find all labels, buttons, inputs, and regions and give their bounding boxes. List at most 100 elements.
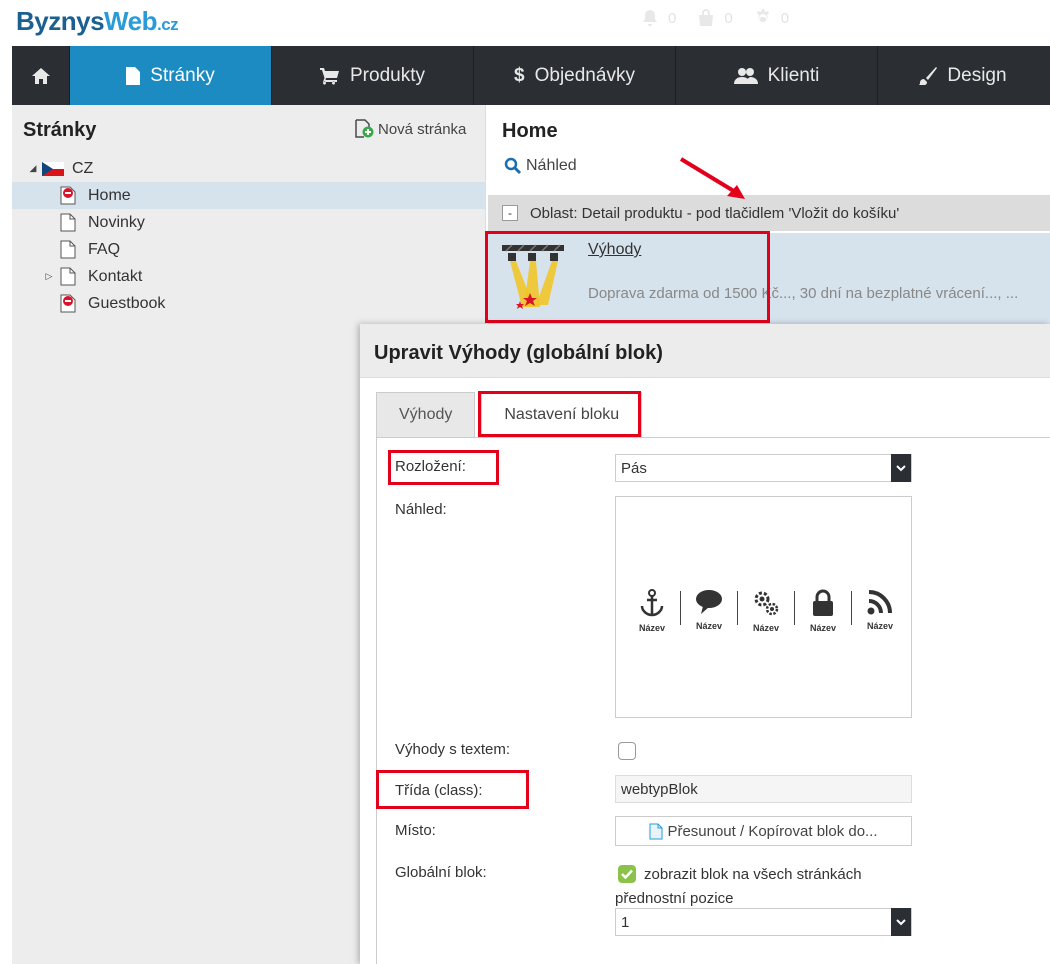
gear-icon	[756, 9, 769, 22]
notification-stats: 0 0 0	[640, 8, 789, 28]
area-collapse-button[interactable]: -	[502, 205, 518, 221]
nav-stranky-label: Stránky	[150, 64, 215, 86]
home-icon	[31, 67, 50, 84]
edit-block-dialog: Upravit Výhody (globální blok) Výhody Na…	[360, 324, 1050, 964]
preview-item: Název	[681, 589, 737, 631]
logo[interactable]: ByznysWeb.cz	[16, 6, 179, 37]
global-block-checkbox[interactable]	[618, 865, 636, 883]
nav-klienti-label: Klienti	[767, 64, 820, 86]
gears-icon	[754, 591, 779, 616]
dialog-body: Rozložení: Pás Náhled: Název Název Název…	[376, 437, 1050, 964]
top-bar: ByznysWeb.cz 0 0 0	[0, 0, 1050, 46]
move-copy-button[interactable]: Přesunout / Kopírovat blok do...	[615, 816, 912, 846]
nav-produkty-label: Produkty	[350, 64, 425, 86]
orders-count: 0	[724, 9, 733, 27]
nav-design[interactable]: Design	[878, 46, 1048, 105]
logo-part-1: Byznys	[16, 6, 105, 36]
priority-label: přednostní pozice	[615, 890, 734, 907]
nav-produkty[interactable]: Produkty	[272, 46, 474, 105]
restricted-page-icon	[60, 186, 76, 205]
highlight-settings-tab	[478, 391, 641, 437]
lock-icon	[813, 589, 833, 616]
settings-stat[interactable]: 0	[753, 8, 789, 28]
file-icon	[126, 66, 141, 85]
page-title: Home	[502, 120, 558, 142]
search-icon	[504, 157, 522, 175]
tree-item-label: FAQ	[88, 240, 121, 258]
preview-item: Název	[624, 589, 680, 633]
add-page-icon	[355, 119, 374, 138]
notifications-count: 0	[668, 9, 677, 27]
new-page-button[interactable]: Nová stránka	[354, 119, 466, 139]
preview-link[interactable]: Náhled	[504, 157, 577, 175]
nav-home[interactable]	[12, 46, 70, 105]
tree-item-novinky[interactable]: Novinky	[12, 209, 486, 236]
area-label: Oblast: Detail produktu - pod tlačidlem …	[530, 204, 900, 222]
nav-klienti[interactable]: Klienti	[676, 46, 878, 105]
priority-select[interactable]: 1	[615, 908, 912, 936]
nav-stranky[interactable]: Stránky	[70, 46, 272, 105]
preview-item-label: Název	[695, 621, 722, 631]
tree-item-home[interactable]: Home	[12, 182, 486, 209]
preview-items: Název Název Název Název Název	[624, 589, 908, 633]
tree-item-guestbook[interactable]: Guestbook	[12, 290, 486, 317]
logo-part-2: Web	[104, 6, 157, 36]
preview-item-label: Název	[866, 621, 893, 631]
layout-value: Pás	[621, 459, 647, 477]
collapse-icon[interactable]: ◢	[28, 163, 38, 174]
nav-objednavky[interactable]: $ Objednávky	[474, 46, 676, 105]
layout-select[interactable]: Pás	[615, 454, 912, 482]
bell-icon	[643, 10, 657, 26]
highlight-block	[485, 231, 770, 323]
cart-icon	[320, 67, 339, 85]
dollar-icon: $	[514, 64, 525, 86]
class-input[interactable]: webtypBlok	[615, 775, 912, 803]
document-icon	[649, 823, 663, 839]
place-label: Místo:	[395, 822, 436, 839]
benefits-text-checkbox[interactable]	[618, 742, 636, 760]
bag-icon	[699, 9, 714, 26]
tree-item-label: Novinky	[88, 213, 145, 231]
highlight-layout	[388, 450, 499, 485]
check-icon	[621, 869, 633, 879]
preview-item-label: Název	[809, 623, 836, 633]
chevron-down-icon	[891, 454, 911, 482]
class-value: webtypBlok	[621, 780, 698, 798]
tab-vyhody[interactable]: Výhody	[376, 392, 476, 437]
brush-icon	[919, 66, 938, 85]
layout-preview: Název Název Název Název Název	[615, 496, 912, 718]
tree-item-kontakt[interactable]: ▷ Kontakt	[12, 263, 486, 290]
dialog-title: Upravit Výhody (globální blok)	[374, 342, 663, 364]
expand-icon[interactable]: ▷	[44, 271, 54, 282]
comment-icon	[696, 590, 722, 614]
tree-root-cz[interactable]: ◢ CZ	[12, 155, 486, 182]
nav-objednavky-label: Objednávky	[534, 64, 635, 86]
users-icon	[733, 67, 758, 84]
settings-count: 0	[780, 9, 790, 27]
move-copy-label: Přesunout / Kopírovat blok do...	[667, 822, 878, 840]
notifications-stat[interactable]: 0	[640, 8, 676, 28]
restricted-page-icon	[60, 294, 76, 313]
tree-item-label: Guestbook	[88, 294, 166, 312]
czech-flag-icon	[42, 161, 64, 176]
logo-suffix: .cz	[156, 15, 179, 34]
preview-item-label: Název	[752, 623, 779, 633]
page-icon	[60, 267, 76, 286]
rss-icon	[867, 590, 892, 615]
pages-panel-title: Stránky	[23, 119, 97, 141]
tree-item-faq[interactable]: FAQ	[12, 236, 486, 263]
priority-value: 1	[621, 913, 630, 931]
tree-item-label: Home	[88, 186, 131, 204]
preview-item-label: Název	[638, 623, 665, 633]
tree-root-label: CZ	[72, 159, 94, 177]
new-page-label: Nová stránka	[378, 120, 467, 138]
page-tree: ◢ CZ Home Novinky FAQ ▷ Kontakt Guestboo…	[12, 155, 486, 317]
nav-design-label: Design	[947, 64, 1007, 86]
global-block-label: Globální blok:	[395, 864, 487, 881]
global-block-checkbox-label[interactable]: zobrazit blok na všech stránkách	[644, 866, 862, 883]
orders-stat[interactable]: 0	[696, 8, 733, 28]
preview-field-label: Náhled:	[395, 501, 447, 518]
chevron-down-icon	[891, 908, 911, 936]
page-icon	[60, 240, 76, 259]
anchor-icon	[640, 589, 664, 617]
